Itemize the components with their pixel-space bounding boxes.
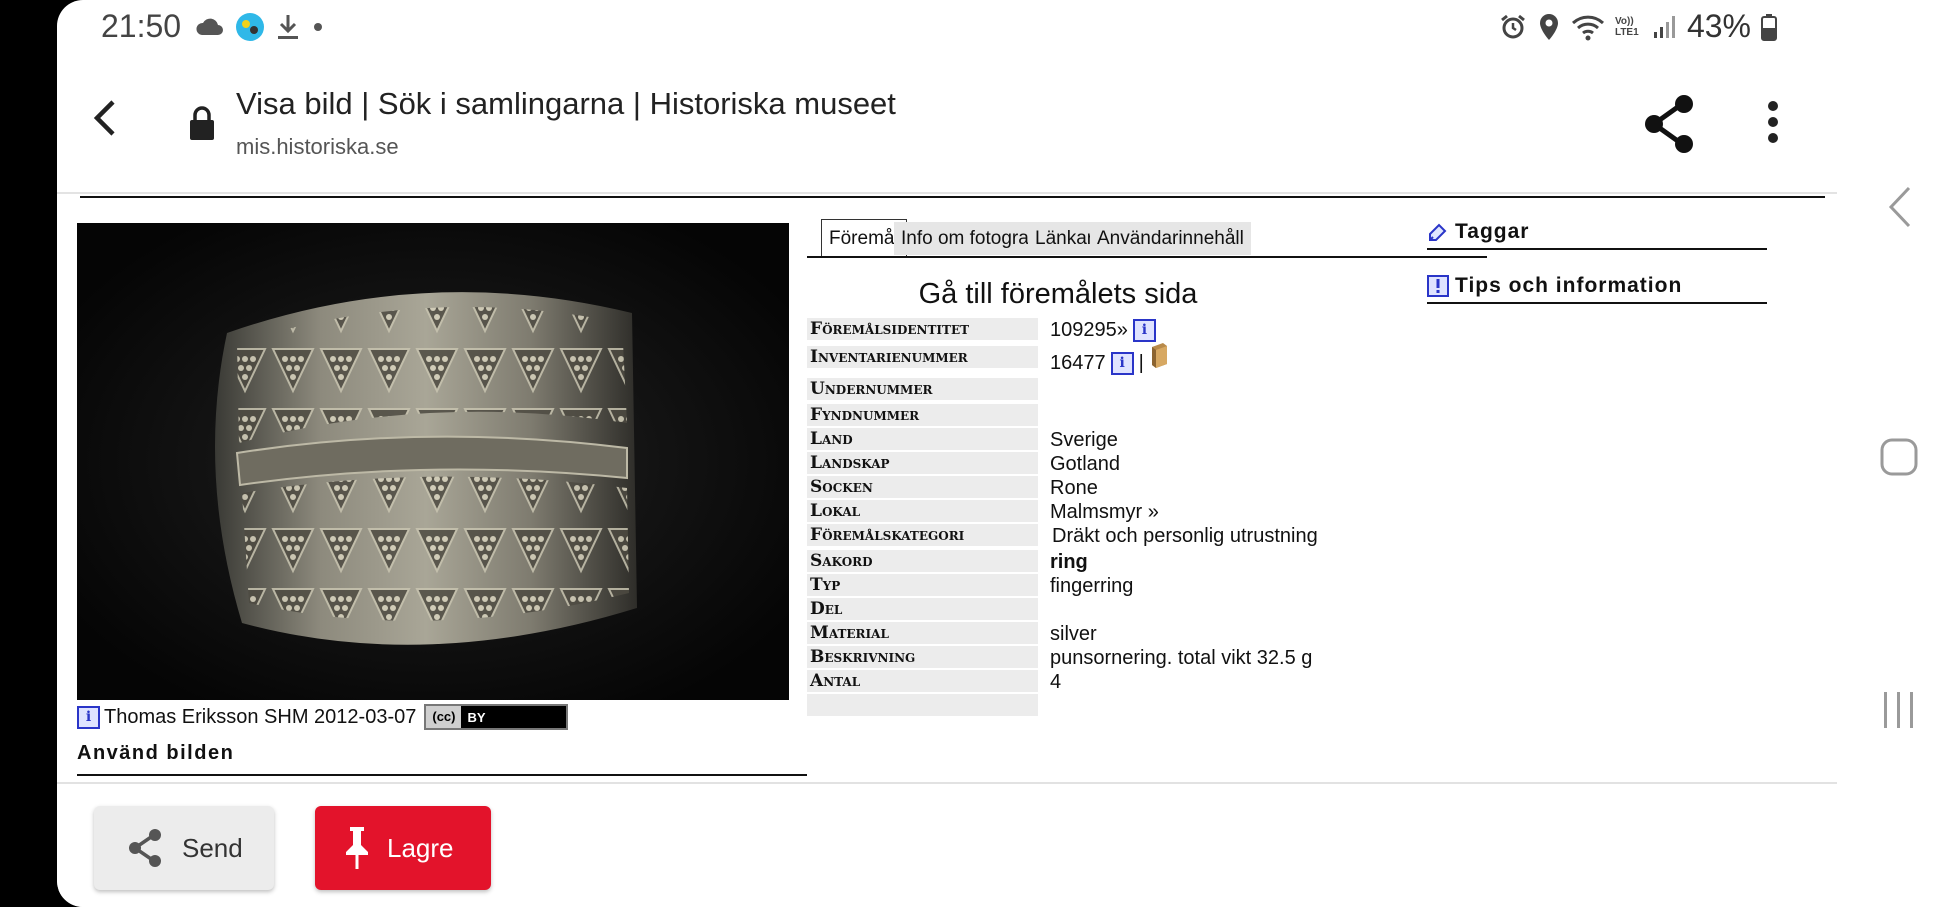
field-label: Sakord [807, 550, 1038, 572]
field-label: Antal [807, 670, 1038, 692]
browser-toolbar: Visa bild | Sök i samlingarna | Historis… [57, 56, 1837, 194]
tab-anvandarinnehall[interactable]: Användarinnehåll [1090, 222, 1251, 255]
back-nav-icon[interactable] [1887, 185, 1913, 229]
network-type-label: Vo)) LTE1 [1614, 15, 1639, 38]
inventory-number: 16477 [1050, 352, 1106, 374]
use-image-heading[interactable]: Använd bilden [77, 742, 234, 765]
wifi-icon [1571, 15, 1604, 40]
field-label: Socken [807, 476, 1038, 498]
goto-object-page-link[interactable]: Gå till föremålets sida [807, 278, 1309, 311]
field-label: Del [807, 598, 1038, 620]
app-notification-icon [236, 13, 264, 41]
field-value: Malmsmyr » [1050, 500, 1159, 524]
object-tabs: Föremål Info om fotografi Länkar Använda… [807, 219, 1487, 258]
status-bar: 21:50 Vo)) LTE1 43% [57, 0, 1837, 56]
field-label: Inventarienummer [807, 346, 1038, 368]
tab-info-om-fotografi[interactable]: Info om fotografi [894, 222, 1046, 255]
field-label: Föremålskategori [807, 524, 1038, 546]
field-label: Fyndnummer [807, 404, 1038, 426]
field-label: Undernummer [807, 378, 1038, 400]
battery-percent: 43% [1686, 8, 1751, 44]
field-label-cut-off [807, 694, 1038, 716]
field-label: Land [807, 428, 1038, 450]
field-value: fingerring [1050, 575, 1134, 597]
share-action-bar: Send Lagre [57, 782, 1837, 907]
field-value: silver [1050, 623, 1097, 645]
browser-screen: 21:50 Vo)) LTE1 43% Visa bild | Sök i sa… [57, 0, 1837, 907]
signal-icon [1653, 15, 1675, 38]
page-url[interactable]: mis.historiska.se [236, 134, 399, 160]
field-value: Dräkt och personlig utrustning [1052, 525, 1318, 547]
location-icon [1539, 13, 1558, 40]
info-icon[interactable]: i [1132, 318, 1156, 342]
field-value: Gotland [1050, 453, 1121, 475]
by-label: BY [467, 709, 486, 725]
tips-label: Tips och information [1455, 274, 1683, 297]
download-icon [278, 15, 298, 39]
share-icon [129, 829, 161, 867]
ring-image [77, 223, 789, 700]
field-value: 109295» i [1050, 318, 1156, 342]
send-label: Send [182, 832, 243, 863]
object-photo[interactable] [77, 223, 789, 700]
send-button[interactable]: Send [94, 806, 274, 890]
pin-icon [346, 827, 368, 869]
photo-caption: i Thomas Eriksson SHM 2012-03-07 (cc) BY [77, 704, 569, 730]
location-link[interactable]: Malmsmyr » [1050, 500, 1159, 524]
field-value: punsornering. total vikt 32.5 g [1050, 647, 1313, 669]
info-icon[interactable]: i [1110, 351, 1134, 375]
tags-link[interactable]: Taggar [1427, 220, 1767, 250]
field-label: Beskrivning [807, 646, 1038, 668]
save-button[interactable]: Lagre [315, 806, 491, 890]
page-title[interactable]: Visa bild | Sök i samlingarna | Historis… [236, 86, 896, 122]
field-value: 16477 i | [1050, 343, 1169, 376]
battery-icon [1761, 13, 1777, 41]
alarm-icon [1501, 14, 1525, 38]
object-id-link[interactable]: 109295» [1050, 318, 1128, 342]
back-arrow-icon[interactable] [87, 98, 123, 138]
photographer-credit: Thomas Eriksson SHM 2012-03-07 [104, 705, 417, 728]
field-label: Landskap [807, 452, 1038, 474]
more-options-icon[interactable] [1765, 100, 1781, 144]
save-label: Lagre [387, 832, 454, 863]
divider [80, 196, 1825, 198]
field-value: 4 [1050, 671, 1062, 693]
status-system-icons: Vo)) LTE1 43% [1499, 8, 1777, 45]
cc-by-license-badge[interactable]: (cc) BY [424, 704, 569, 730]
exclamation-icon [1427, 275, 1449, 297]
status-notification-icons [195, 12, 325, 42]
divider [77, 774, 807, 776]
dot-icon [314, 23, 322, 31]
page-content: i Thomas Eriksson SHM 2012-03-07 (cc) BY… [57, 194, 1837, 782]
status-time: 21:50 [101, 8, 182, 44]
cloud-icon [196, 18, 223, 35]
field-value: Sverige [1050, 429, 1118, 451]
info-icon[interactable]: i [77, 705, 100, 729]
field-label: Typ [807, 574, 1038, 596]
tags-label: Taggar [1455, 220, 1530, 243]
field-value: ring [1050, 551, 1088, 573]
book-icon[interactable] [1149, 342, 1169, 368]
share-icon[interactable] [1642, 94, 1698, 154]
android-nav-bar [1837, 0, 1946, 907]
tips-information-link[interactable]: Tips och information [1427, 274, 1767, 304]
home-nav-icon[interactable] [1880, 438, 1918, 476]
field-label: Lokal [807, 500, 1038, 522]
field-label: Material [807, 622, 1038, 644]
field-label: Föremålsidentitet [807, 318, 1038, 340]
lock-icon[interactable] [187, 104, 217, 142]
recents-nav-icon[interactable] [1881, 690, 1917, 730]
separator: | [1138, 352, 1144, 374]
tag-pencil-icon [1429, 223, 1447, 241]
field-value: Rone [1050, 477, 1098, 499]
cc-label: (cc) [426, 706, 462, 728]
